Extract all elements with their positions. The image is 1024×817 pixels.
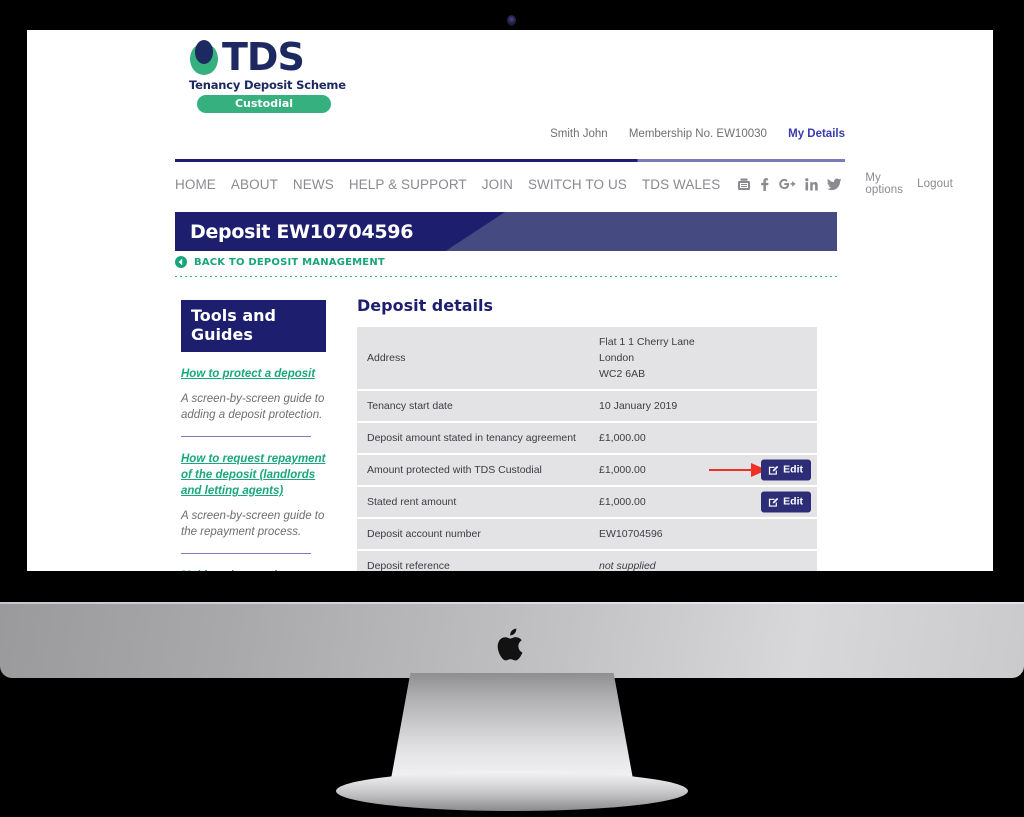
row-value: £1,000.00 Edit xyxy=(589,454,817,486)
row-value-line: 10 January 2019 xyxy=(599,400,678,412)
sidebar-heading: Tools and Guides xyxy=(181,300,326,352)
nav-item-switch-to-us[interactable]: SWITCH TO US xyxy=(528,177,627,192)
linkedin-icon[interactable] xyxy=(805,177,819,191)
my-options-link[interactable]: My options xyxy=(865,172,903,196)
guide-link-protect-deposit[interactable]: How to protect a deposit xyxy=(181,366,326,382)
twitter-icon[interactable] xyxy=(827,178,842,191)
membership-number: Membership No. EW10030 xyxy=(628,128,767,140)
webcam-icon xyxy=(507,15,516,26)
table-row: Deposit amount stated in tenancy agreeme… xyxy=(357,422,817,454)
guide-desc-protect-deposit: A screen-by-screen guide to adding a dep… xyxy=(181,393,325,421)
row-label: Stated rent amount xyxy=(367,496,457,508)
social-links xyxy=(737,177,842,192)
red-arrow-annotation xyxy=(709,463,767,477)
facebook-icon[interactable] xyxy=(760,177,769,192)
row-value: not supplied xyxy=(589,550,817,571)
googleplus-icon[interactable] xyxy=(778,177,796,191)
logo-badge-custodial: Custodial xyxy=(197,95,331,113)
row-value-line: not supplied xyxy=(599,560,656,571)
deposit-details-table: Address Flat 1 1 Cherry Lane London WC2 6AB… xyxy=(357,327,817,571)
main-navigation: HOME ABOUT NEWS HELP & SUPPORT JOIN SWIT… xyxy=(175,172,953,196)
row-value: £1,000.00 xyxy=(589,422,817,454)
dotted-divider xyxy=(175,276,837,277)
page-title: Deposit EW10704596 xyxy=(190,221,414,243)
nav-item-about[interactable]: ABOUT xyxy=(231,177,278,192)
nav-item-home[interactable]: HOME xyxy=(175,177,216,192)
pencil-square-icon xyxy=(769,497,779,507)
row-label: Tenancy start date xyxy=(367,400,453,412)
nav-item-help-support[interactable]: HELP & SUPPORT xyxy=(349,177,467,192)
stand-neck xyxy=(391,673,633,779)
row-value: £1,000.00 Edit xyxy=(589,486,817,518)
tools-and-guides-sidebar: Tools and Guides How to protect a deposi… xyxy=(181,300,326,571)
row-value-line: Flat 1 1 Cherry Lane xyxy=(599,336,695,348)
guide-item-1: How to protect a deposit A screen-by-scr… xyxy=(181,366,326,423)
row-label: Address xyxy=(367,352,406,364)
row-label: Deposit account number xyxy=(367,528,481,540)
deposit-details-panel: Deposit details Address Flat 1 1 Cherry L… xyxy=(357,296,822,571)
guide-item-3: Making changes in your account xyxy=(181,568,326,571)
row-value-line: £1,000.00 xyxy=(599,432,646,444)
apple-logo xyxy=(497,628,523,661)
tds-logo[interactable]: TDS Tenancy Deposit Scheme Custodial xyxy=(189,35,346,113)
monitor-screen: TDS Tenancy Deposit Scheme Custodial Smi… xyxy=(27,30,993,571)
table-row: Tenancy start date 10 January 2019 xyxy=(357,390,817,422)
row-value: EW10704596 xyxy=(589,518,817,550)
section-title: Deposit details xyxy=(357,296,494,315)
table-row: Address Flat 1 1 Cherry Lane London WC2 6AB xyxy=(357,327,817,390)
back-link-label: BACK TO DEPOSIT MANAGEMENT xyxy=(194,256,385,268)
nav-divider xyxy=(175,159,845,162)
row-value: 10 January 2019 xyxy=(589,390,817,422)
guide-link-request-repayment[interactable]: How to request repayment of the deposit … xyxy=(181,451,326,499)
row-value: Flat 1 1 Cherry Lane London WC2 6AB xyxy=(589,327,817,390)
guide-item-2: How to request repayment of the deposit … xyxy=(181,451,326,540)
logout-link[interactable]: Logout xyxy=(917,178,953,190)
sidebar-divider xyxy=(181,553,311,554)
row-value-line: London xyxy=(599,352,635,364)
logo-initials: TDS xyxy=(222,35,305,79)
pencil-square-icon xyxy=(769,465,779,475)
back-to-deposit-management-link[interactable]: BACK TO DEPOSIT MANAGEMENT xyxy=(175,256,385,268)
row-label: Amount protected with TDS Custodial xyxy=(367,464,542,476)
row-label: Deposit reference xyxy=(367,560,450,571)
youtube-icon[interactable] xyxy=(737,178,751,191)
table-row: Stated rent amount £1,000.00 Edit xyxy=(357,486,817,518)
imac-stand xyxy=(336,673,688,811)
row-value-line: EW10704596 xyxy=(599,528,663,540)
nav-item-tds-wales[interactable]: TDS WALES xyxy=(642,177,720,192)
user-name: Smith John xyxy=(550,128,608,140)
table-row: Deposit account number EW10704596 xyxy=(357,518,817,550)
imac-mockup: TDS Tenancy Deposit Scheme Custodial Smi… xyxy=(0,0,1024,817)
deposit-title-banner: Deposit EW10704596 xyxy=(175,212,837,251)
guide-link-making-changes[interactable]: Making changes in your account xyxy=(181,568,326,571)
tds-webpage: TDS Tenancy Deposit Scheme Custodial Smi… xyxy=(27,30,993,571)
table-row: Deposit reference not supplied xyxy=(357,550,817,571)
my-details-link[interactable]: My Details xyxy=(788,128,845,140)
nav-item-news[interactable]: NEWS xyxy=(293,177,334,192)
tds-logo-mark xyxy=(190,40,218,75)
table-row: Amount protected with TDS Custodial £1,00… xyxy=(357,454,817,486)
edit-button[interactable]: Edit xyxy=(761,459,811,481)
sidebar-divider xyxy=(181,436,311,437)
guide-desc-request-repayment: A screen-by-screen guide to the repaymen… xyxy=(181,510,325,538)
nav-item-join[interactable]: JOIN xyxy=(482,177,513,192)
edit-button-label: Edit xyxy=(783,463,803,476)
user-bar: Smith John Membership No. EW10030 My Det… xyxy=(532,128,845,140)
edit-button[interactable]: Edit xyxy=(761,491,811,513)
logo-subtitle: Tenancy Deposit Scheme xyxy=(189,78,346,92)
stand-base xyxy=(336,771,688,811)
row-value-line: WC2 6AB xyxy=(599,368,646,380)
edit-button-label: Edit xyxy=(783,495,803,508)
back-arrow-circle-icon xyxy=(175,256,187,268)
row-label: Deposit amount stated in tenancy agreeme… xyxy=(367,432,576,444)
